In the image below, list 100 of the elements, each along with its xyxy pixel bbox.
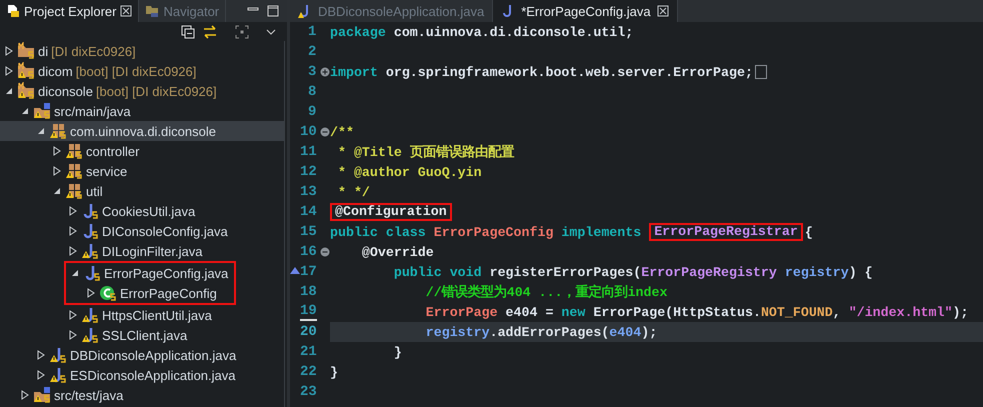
- tree-item-label: com.uinnova.di.diconsole: [70, 124, 216, 138]
- tree-item-label: src/main/java: [54, 104, 131, 118]
- link-arrows-icon[interactable]: [203, 24, 217, 38]
- focus-icon[interactable]: [235, 24, 249, 38]
- tree-row[interactable]: DBDiconsoleApplication.java: [0, 345, 284, 365]
- expanded-arrow-icon[interactable]: [52, 186, 62, 196]
- tree-item-label: ErrorPageConfig.java: [104, 266, 228, 280]
- code-line: ErrorPage e404 = new ErrorPage(HttpStatus.NOT_FOUND, "/index.html");: [424, 304, 970, 322]
- tree-item-label: diconsole: [38, 84, 93, 98]
- collapsed-arrow-icon[interactable]: [4, 66, 14, 76]
- code-line: * */: [336, 184, 371, 202]
- collapsed-arrow-icon[interactable]: [68, 310, 78, 320]
- tree-row[interactable]: util: [0, 181, 284, 201]
- tree-item-label: controller: [86, 144, 140, 158]
- tree-row[interactable]: ErrorPageConfig: [66, 283, 234, 303]
- collapsed-arrow-icon[interactable]: [52, 146, 62, 156]
- line-number: 16: [300, 244, 317, 260]
- tree-item-label: src/test/java: [54, 388, 124, 402]
- line-number: 20: [300, 324, 317, 340]
- line-number: 8: [308, 84, 316, 100]
- expanded-arrow-icon[interactable]: [20, 106, 30, 116]
- line-number: 23: [300, 384, 317, 400]
- tree-row[interactable]: service: [0, 161, 284, 181]
- collapse-fold-icon[interactable]: [320, 247, 330, 257]
- collapsed-arrow-icon[interactable]: [68, 246, 78, 256]
- collapsed-arrow-icon[interactable]: [4, 46, 14, 56]
- collapsed-arrow-icon[interactable]: [68, 206, 78, 216]
- collapsed-arrow-icon[interactable]: [68, 226, 78, 236]
- collapse-all-icon[interactable]: [181, 24, 195, 38]
- editor-tab[interactable]: *ErrorPageConfig.java: [493, 0, 678, 22]
- collapsed-arrow-icon[interactable]: [68, 330, 78, 340]
- tree-row[interactable]: CookiesUtil.java: [0, 201, 284, 221]
- code-line: @Override: [360, 244, 435, 262]
- tree-row[interactable]: SSLClient.java: [0, 325, 284, 345]
- tree-item-label: HttpsClientUtil.java: [102, 308, 212, 322]
- line-number: 1: [308, 24, 316, 40]
- close-icon[interactable]: [656, 5, 669, 17]
- line-number: 12: [300, 164, 317, 180]
- tree-row[interactable]: ErrorPageConfig.java: [66, 263, 234, 283]
- line-number: 2: [308, 44, 316, 60]
- collapsed-arrow-icon[interactable]: [52, 166, 62, 176]
- tree-item-label: SSLClient.java: [102, 328, 188, 342]
- collapsed-arrow-icon[interactable]: [36, 350, 46, 360]
- code-line: import org.springframework.boot.web.server.ErrorPage;: [330, 62, 983, 82]
- line-number: 22: [300, 364, 317, 380]
- collapsed-arrow-icon[interactable]: [20, 390, 30, 400]
- code-line: //错误类型为404 ...，重定向到index: [424, 283, 668, 302]
- close-icon[interactable]: [120, 5, 132, 17]
- tree-item-label: util: [86, 184, 103, 198]
- tree-item-label: DBDiconsoleApplication.java: [70, 348, 236, 362]
- collapsed-arrow-icon[interactable]: [86, 288, 96, 298]
- code-line: * @Title 页面错误路由配置: [336, 144, 516, 162]
- document-folder-icon: [6, 4, 20, 18]
- line-number: 21: [300, 344, 317, 360]
- tree-row[interactable]: src/main/java: [0, 101, 284, 121]
- line-number: 11: [300, 144, 317, 160]
- line-number: 13: [300, 184, 317, 200]
- tree-row[interactable]: dicom [boot] [DI dixEc0926]: [0, 61, 284, 81]
- project-decoration: [DI dixEc0926]: [51, 44, 136, 58]
- tree-row[interactable]: ESDiconsoleApplication.java: [0, 365, 284, 385]
- expanded-arrow-icon[interactable]: [36, 126, 46, 136]
- tree-item-label: CookiesUtil.java: [102, 204, 196, 218]
- line-number: 14: [300, 204, 317, 220]
- code-line: public void registerErrorPages(ErrorPageRegistry registry) {: [392, 264, 874, 282]
- expanded-arrow-icon[interactable]: [70, 268, 80, 278]
- tree-row[interactable]: diconsole [boot] [DI dixEc0926]: [0, 81, 284, 101]
- tree-item-label: service: [86, 164, 128, 178]
- project-decoration: [boot] [DI dixEc0926]: [76, 64, 196, 78]
- line-number: 9: [308, 104, 316, 120]
- tree-row[interactable]: DIConsoleConfig.java: [0, 221, 284, 241]
- tree-item-label: ESDiconsoleApplication.java: [70, 368, 236, 382]
- expand-fold-icon[interactable]: [320, 67, 330, 77]
- line-number: 15: [300, 224, 317, 240]
- tree-item-label: dicom: [38, 64, 73, 78]
- tree-row[interactable]: di [DI dixEc0926]: [0, 41, 284, 61]
- code-line: @Configuration: [330, 202, 983, 222]
- line-number: 3: [308, 64, 316, 80]
- tree-row[interactable]: controller: [0, 141, 284, 161]
- tree-item-label: DILoginFilter.java: [102, 244, 202, 258]
- code-line: package com.uinnova.di.diconsole.util;: [330, 24, 634, 42]
- code-line: public class ErrorPageConfig implements ErrorPageRegistrar {: [330, 222, 814, 242]
- selected-tree-row[interactable]: com.uinnova.di.diconsole: [0, 121, 284, 141]
- tree-item-label: di: [38, 44, 48, 58]
- collapsed-arrow-icon[interactable]: [36, 370, 46, 380]
- view-tab[interactable]: Project Explorer: [0, 0, 140, 22]
- tree-item-label: DIConsoleConfig.java: [102, 224, 228, 238]
- maximize-icon[interactable]: [267, 5, 279, 17]
- folded-code-icon[interactable]: [754, 65, 767, 79]
- expanded-arrow-icon[interactable]: [4, 86, 14, 96]
- line-number: 17: [300, 264, 317, 280]
- tree-row[interactable]: HttpsClientUtil.java: [0, 305, 284, 325]
- code-line: * @author GuoQ.yin: [336, 164, 483, 182]
- line-number: 10: [300, 124, 317, 140]
- tree-row[interactable]: src/test/java: [0, 385, 284, 405]
- code-line: }: [392, 344, 403, 362]
- tree-row[interactable]: DILoginFilter.java: [0, 241, 284, 261]
- line-number: 18: [300, 284, 317, 300]
- tree-item-label: ErrorPageConfig: [120, 286, 217, 300]
- code-line: }: [330, 364, 339, 382]
- collapse-fold-icon[interactable]: [320, 127, 330, 137]
